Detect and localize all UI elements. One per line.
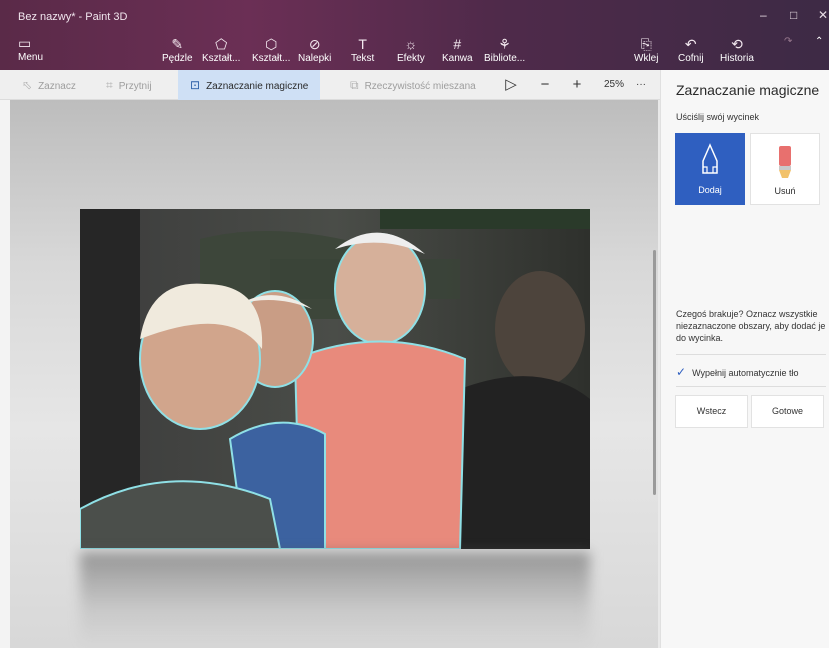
back-button[interactable]: Wstecz bbox=[675, 395, 748, 428]
redo-icon: ↷ bbox=[784, 36, 793, 47]
autofill-checkbox[interactable]: ✓ Wypełnij automatycznie tło bbox=[676, 365, 799, 379]
more-options-button[interactable]: ··· bbox=[636, 70, 646, 100]
tool-2d-shapes[interactable]: ⬠ Kształt... bbox=[202, 36, 240, 64]
effects-icon: ☼ bbox=[404, 36, 418, 52]
sticker-icon: ⊘ bbox=[308, 36, 321, 52]
zoom-out-button[interactable]: − bbox=[534, 70, 556, 100]
plus-icon: + bbox=[572, 76, 582, 93]
crop-icon: ⌗ bbox=[106, 78, 113, 92]
maximize-button[interactable]: □ bbox=[790, 8, 797, 22]
paste-button[interactable]: ⎘ Wklej bbox=[634, 36, 658, 64]
close-button[interactable]: ✕ bbox=[818, 8, 828, 22]
tool-library[interactable]: ⚘ Bibliote... bbox=[484, 36, 525, 64]
magic-select-tool[interactable]: ⊡ Zaznaczanie magiczne bbox=[178, 70, 321, 100]
canvas-icon: # bbox=[453, 36, 462, 52]
library-icon: ⚘ bbox=[498, 36, 511, 52]
vertical-scrollbar[interactable] bbox=[653, 250, 656, 495]
remove-mode-button[interactable]: Usuń bbox=[750, 133, 820, 205]
ribbon-bar: Bez nazwy* - Paint 3D – □ ✕ ▭ Menu ✎ Pęd… bbox=[0, 0, 829, 70]
selection-toolbar: ⬁ Zaznacz ⌗ Przytnij ⊡ Zaznaczanie magiczne… bbox=[0, 70, 660, 100]
tool-brushes[interactable]: ✎ Pędzle bbox=[162, 36, 193, 64]
eraser-icon bbox=[779, 146, 791, 178]
menu-button[interactable]: ▭ Menu bbox=[18, 35, 43, 63]
tool-effects[interactable]: ☼ Efekty bbox=[397, 36, 425, 64]
canvas-reflection bbox=[80, 552, 590, 648]
panel-title: Zaznaczanie magiczne bbox=[676, 82, 820, 98]
minus-icon: − bbox=[540, 76, 550, 93]
chevron-up-icon[interactable]: ⌃ bbox=[815, 36, 823, 47]
view-3d-button[interactable]: ▷ bbox=[500, 70, 522, 100]
hint-text: Czegoś brakuje? Oznacz wszystkie niezazn… bbox=[676, 309, 826, 343]
checkmark-icon: ✓ bbox=[676, 365, 687, 379]
3d-shapes-icon: ⬡ bbox=[265, 36, 278, 52]
zoom-in-button[interactable]: + bbox=[566, 70, 588, 100]
2d-shapes-icon: ⬠ bbox=[215, 36, 228, 52]
left-margin bbox=[0, 100, 10, 648]
tool-stickers[interactable]: ⊘ Nalepki bbox=[298, 36, 331, 64]
select-icon: ⬁ bbox=[22, 78, 33, 92]
add-mode-button[interactable]: Dodaj bbox=[675, 133, 745, 205]
history-icon: ⟲ bbox=[731, 36, 743, 52]
magic-select-panel: Zaznaczanie magiczne Uściślij swój wycin… bbox=[660, 70, 829, 648]
divider bbox=[676, 386, 826, 387]
photo-image bbox=[80, 209, 590, 549]
undo-button[interactable]: ↶ Cofnij bbox=[678, 36, 704, 64]
history-button[interactable]: ⟲ Historia bbox=[720, 36, 754, 64]
zoom-level[interactable]: 25% bbox=[604, 70, 624, 100]
text-icon: T bbox=[358, 36, 367, 52]
undo-icon: ↶ bbox=[684, 36, 697, 52]
done-button[interactable]: Gotowe bbox=[751, 395, 824, 428]
brush-icon: ✎ bbox=[171, 36, 184, 52]
select-tool[interactable]: ⬁ Zaznacz bbox=[22, 70, 76, 100]
pen-icon bbox=[702, 143, 718, 174]
mixed-reality-icon: ⧉ bbox=[350, 78, 359, 92]
folder-icon: ▭ bbox=[18, 35, 32, 51]
tool-3d-shapes[interactable]: ⬡ Kształt... bbox=[252, 36, 290, 64]
tool-canvas[interactable]: # Kanwa bbox=[442, 36, 473, 64]
tag-icon: ▷ bbox=[505, 76, 517, 93]
photo-canvas[interactable] bbox=[80, 209, 590, 549]
paste-icon: ⎘ bbox=[640, 36, 652, 52]
tool-text[interactable]: T Tekst bbox=[351, 36, 374, 64]
window-title: Bez nazwy* - Paint 3D bbox=[18, 11, 128, 23]
magic-select-icon: ⊡ bbox=[190, 78, 201, 92]
minimize-button[interactable]: – bbox=[760, 8, 767, 22]
crop-tool[interactable]: ⌗ Przytnij bbox=[106, 70, 152, 100]
mixed-reality-tool[interactable]: ⧉ Rzeczywistość mieszana bbox=[350, 70, 476, 100]
divider bbox=[676, 354, 826, 355]
panel-subtitle: Uściślij swój wycinek bbox=[676, 112, 760, 122]
